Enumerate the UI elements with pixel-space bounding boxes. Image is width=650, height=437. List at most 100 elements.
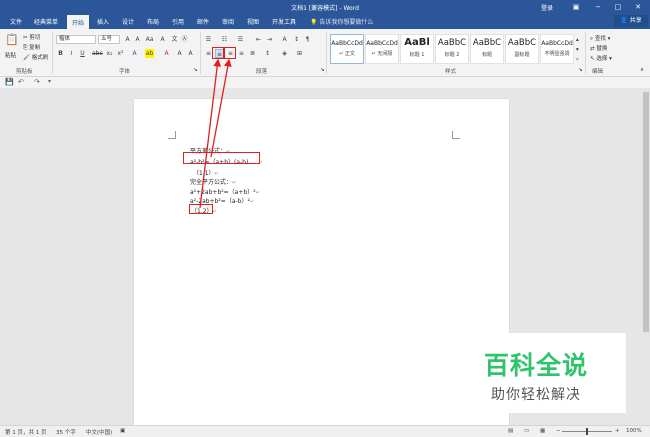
phonetic-guide-icon[interactable]: 文 [170, 35, 179, 44]
tab-file[interactable]: 文件 [10, 17, 22, 26]
style-no-spacing[interactable]: AaBbCcDd ↵ 无间隔 [365, 34, 399, 64]
bullets-icon[interactable]: ☰ [204, 35, 213, 44]
grow-font-icon[interactable]: A [123, 35, 132, 44]
styles-scroll-up-icon[interactable]: ▴ [576, 37, 579, 43]
font-dialog-launcher-icon[interactable]: ↘ [193, 67, 198, 73]
font-size-select[interactable]: 五号 [98, 35, 120, 44]
text-effects-icon[interactable]: A [130, 49, 139, 58]
copy-label: 复制 [29, 45, 41, 51]
zoom-out-button[interactable]: − [556, 428, 561, 434]
tell-me-box[interactable]: 💡 告诉我你想要做什么 [310, 17, 373, 26]
styles-scroll-down-icon[interactable]: ▾ [576, 47, 579, 53]
page-count[interactable]: 第 1 页，共 1 页 [5, 428, 47, 436]
font-color-icon[interactable]: A [162, 49, 171, 58]
italic-icon[interactable]: I [67, 49, 76, 58]
subscript-icon[interactable]: x₂ [105, 49, 114, 58]
style-subtitle[interactable]: AaBbC 副标题 [505, 34, 539, 64]
print-layout-icon[interactable]: ▭ [524, 428, 529, 434]
superscript-icon[interactable]: x² [116, 49, 125, 58]
share-button[interactable]: 👤 共享 [614, 15, 648, 27]
increase-indent-icon[interactable]: ⇥ [265, 35, 274, 44]
select-button[interactable]: ↖ 选择 ▾ [590, 54, 612, 62]
redo-icon[interactable]: ↷ [34, 78, 40, 86]
read-mode-icon[interactable]: ▤ [508, 428, 513, 434]
divider [52, 32, 53, 74]
macro-icon[interactable]: ▣ [120, 428, 125, 434]
justify-icon[interactable]: ≡ [237, 49, 246, 58]
style-name: 标题 1 [409, 52, 425, 58]
tab-developer[interactable]: 开发工具 [272, 17, 296, 26]
close-button[interactable]: ✕ [632, 2, 644, 12]
lightbulb-icon: 💡 [310, 19, 318, 26]
chinese-layout-icon[interactable]: A [280, 35, 289, 44]
sort-icon[interactable]: ↕ [292, 35, 301, 44]
tab-references[interactable]: 引用 [172, 17, 184, 26]
char-border-icon[interactable]: A [186, 49, 195, 58]
copy-button[interactable]: ⎘ 复制 [23, 43, 40, 52]
shrink-font-icon[interactable]: A [133, 35, 142, 44]
tab-view[interactable]: 视图 [247, 17, 259, 26]
numbering-icon[interactable]: ☷ [220, 35, 229, 44]
word-count[interactable]: 35 个字 [56, 428, 76, 436]
replace-button[interactable]: ⇄ 替换 [590, 44, 607, 52]
language[interactable]: 中文(中国) [86, 428, 112, 436]
status-bar: 第 1 页，共 1 页 35 个字 中文(中国) ▣ ▤ ▭ ▦ − + 100… [0, 425, 650, 437]
style-heading-1[interactable]: AaBl 标题 1 [400, 34, 434, 64]
paragraph-dialog-launcher-icon[interactable]: ↘ [320, 67, 325, 73]
font-name-select[interactable]: 楷体 [56, 35, 96, 44]
tab-review[interactable]: 审阅 [222, 17, 234, 26]
customize-qat-icon[interactable]: ▾ [48, 78, 51, 85]
clipboard-group-label: 剪贴板 [16, 69, 33, 75]
doc-line-5[interactable]: a²+2ab+b²=（a+b）²↵ [190, 187, 260, 196]
paste-icon[interactable]: 📋 [5, 33, 19, 46]
bold-icon[interactable]: B [56, 49, 65, 58]
tab-insert[interactable]: 插入 [97, 17, 109, 26]
decrease-indent-icon[interactable]: ⇤ [254, 35, 263, 44]
styles-more-icon[interactable]: ▿ [576, 57, 579, 63]
ribbon-display-icon[interactable]: ▣ [570, 2, 582, 12]
strikethrough-icon[interactable]: abc [92, 49, 103, 58]
clear-format-icon[interactable]: A [158, 35, 167, 44]
char-shading-icon[interactable]: A [175, 49, 184, 58]
format-painter-button[interactable]: 🖌 格式刷 [23, 53, 48, 61]
style-normal[interactable]: AaBbCcDd ↵ 正文 [330, 34, 364, 64]
undo-icon[interactable]: ↶ [18, 78, 24, 86]
cut-button[interactable]: ✂ 剪切 [23, 33, 40, 41]
scrollbar-thumb[interactable] [643, 92, 649, 332]
tab-home[interactable]: 开始 [67, 15, 90, 29]
line-spacing-icon[interactable]: ↕ [263, 49, 272, 58]
zoom-level[interactable]: 100% [626, 428, 642, 434]
tab-layout[interactable]: 布局 [147, 17, 159, 26]
multilevel-list-icon[interactable]: ☰ [236, 35, 245, 44]
ribbon-tabs: 文件 经典菜单 开始 插入 设计 布局 引用 邮件 审阅 视图 开发工具 💡 告… [0, 14, 650, 29]
login-link[interactable]: 登录 [541, 3, 553, 12]
zoom-slider-knob[interactable] [586, 428, 588, 435]
maximize-button[interactable]: □ [612, 2, 624, 12]
borders-icon[interactable]: ⊞ [295, 49, 304, 58]
style-heading-2[interactable]: AaBbC 标题 2 [435, 34, 469, 64]
show-marks-icon[interactable]: ¶ [303, 35, 312, 44]
shading-icon[interactable]: ◈ [280, 49, 289, 58]
save-icon[interactable]: 💾 [5, 78, 14, 86]
annotation-box-center [212, 47, 224, 59]
web-layout-icon[interactable]: ▦ [540, 428, 545, 434]
tab-classic-menu[interactable]: 经典菜单 [34, 17, 58, 26]
style-title[interactable]: AaBbC 标题 [470, 34, 504, 64]
find-button[interactable]: ⌕ 查找 ▾ [590, 34, 610, 43]
doc-line-3[interactable]: （1.1）↵ [193, 168, 219, 177]
style-subtle-emphasis[interactable]: AaBbCcDd 不明显强调 [540, 34, 574, 64]
tab-mailings[interactable]: 邮件 [197, 17, 209, 26]
enclose-char-icon[interactable]: Ⓐ [180, 35, 189, 44]
doc-line-4[interactable]: 完全平方公式：↵ [190, 177, 236, 186]
underline-icon[interactable]: U [78, 49, 87, 58]
change-case-icon[interactable]: Aa [145, 35, 154, 44]
distributed-icon[interactable]: ≣ [248, 49, 257, 58]
styles-dialog-launcher-icon[interactable]: ↘ [578, 67, 583, 73]
zoom-in-button[interactable]: + [615, 428, 620, 434]
watermark-subtitle: 助你轻松解决 [491, 387, 581, 403]
minimize-button[interactable]: − [592, 2, 604, 12]
collapse-ribbon-icon[interactable]: ∧ [640, 67, 644, 73]
tab-design[interactable]: 设计 [122, 17, 134, 26]
paste-button[interactable]: 粘贴 [5, 51, 16, 59]
highlight-icon[interactable]: ab [145, 49, 154, 58]
